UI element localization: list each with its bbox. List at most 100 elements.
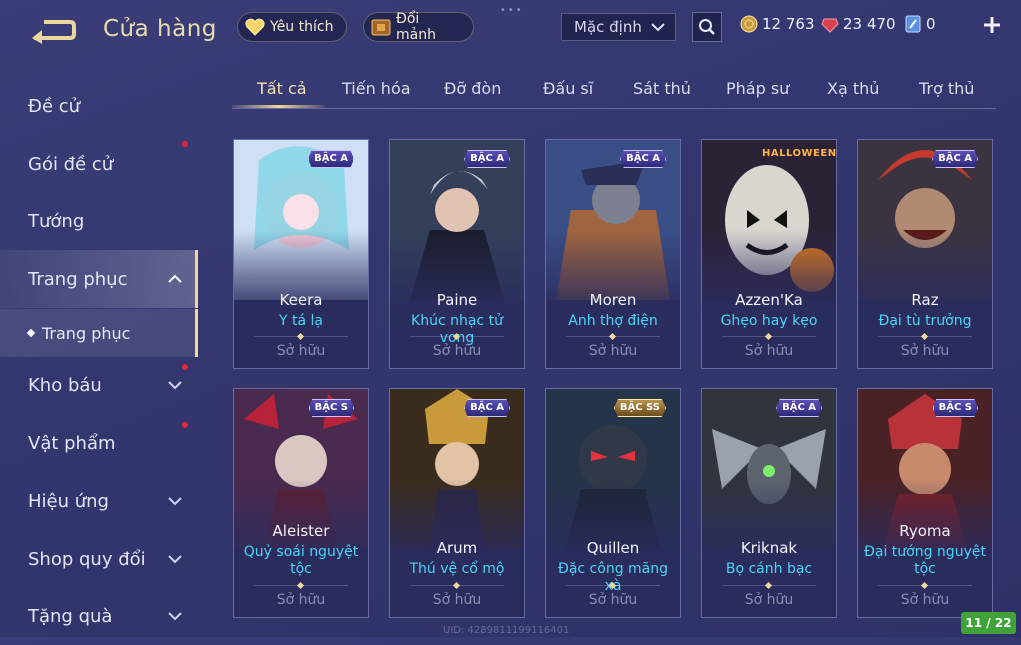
heart-icon [244, 16, 266, 38]
tier-badge: BẬC A [620, 150, 666, 168]
owned-status: Sở hữu [276, 343, 326, 359]
skin-card-moren[interactable]: BẬC A Moren Anh thợ điện Sở hữu [545, 139, 681, 369]
sidebar-item-gifts[interactable]: Tặng quà [0, 587, 198, 645]
gold-value: 12 763 [762, 15, 815, 33]
skin-name: Khúc nhạc tử vong [411, 313, 503, 346]
skin-card-arum[interactable]: BẬC A Arum Thú vệ cổ mộ Sở hữu [389, 388, 525, 618]
owned-status: Sở hữu [588, 592, 638, 608]
bullet-diamond-icon [26, 328, 36, 338]
favorites-label: Yêu thích [270, 19, 334, 35]
owned-status: Sở hữu [900, 343, 950, 359]
sort-selected-label: Mặc định [574, 18, 642, 36]
tab-evolution[interactable]: Tiến hóa [342, 79, 411, 98]
sidebar-subitem-skins[interactable]: Trang phục [0, 309, 198, 357]
skin-name: Bọ cánh bạc [725, 561, 813, 577]
chevron-down-icon [651, 23, 665, 32]
card-divider [878, 336, 972, 337]
card-divider [722, 585, 816, 586]
tab-marksman[interactable]: Xạ thủ [827, 79, 879, 98]
chevron-up-icon [168, 274, 182, 283]
owned-status: Sở hữu [588, 343, 638, 359]
sidebar-item-label: Đề cử [28, 95, 81, 117]
tab-assassin[interactable]: Sát thủ [633, 79, 691, 98]
hero-name: Raz [911, 291, 939, 309]
currency-voucher: 0 [904, 15, 936, 33]
exchange-shards-button[interactable]: Đổi mảnh [363, 11, 474, 43]
sidebar-item-label: Tướng [28, 210, 85, 232]
hero-name: Aleister [272, 522, 330, 540]
chevron-down-icon [168, 612, 182, 621]
skin-name: Đại tù trưởng [878, 313, 972, 329]
card-divider [254, 585, 348, 586]
red-gem-icon [821, 15, 839, 33]
page-indicator: 11 / 22 [961, 612, 1016, 634]
skin-card-aleister[interactable]: BẬC S Aleister Quỷ soái nguyệt tộc Sở hữ… [233, 388, 369, 618]
sidebar-item-bundles[interactable]: Gói đề cử [0, 135, 198, 193]
user-id: UID: 4289811199116401 [443, 625, 570, 636]
add-currency-icon[interactable] [980, 13, 1004, 37]
card-divider [410, 336, 504, 337]
skin-name: Đặc công mãng xà [557, 561, 669, 594]
tier-badge: BẬC A [464, 399, 510, 417]
skin-card-quillen[interactable]: BẬC SS Quillen Đặc công mãng xà Sở hữu [545, 388, 681, 618]
tab-support[interactable]: Trợ thủ [919, 79, 974, 98]
skin-card-raz[interactable]: BẬC A Raz Đại tù trưởng Sở hữu [857, 139, 993, 369]
skin-card-kriknak[interactable]: BẬC A Kriknak Bọ cánh bạc Sở hữu [701, 388, 837, 618]
sidebar-item-label: Kho báu [28, 374, 102, 396]
hero-name: Ryoma [899, 522, 951, 540]
skin-card-keera[interactable]: BẬC A Keera Y tá lạ Sở hữu [233, 139, 369, 369]
notification-dot [182, 364, 188, 370]
owned-status: Sở hữu [432, 343, 482, 359]
tab-mage[interactable]: Pháp sư [726, 79, 789, 98]
tab-warrior[interactable]: Đấu sĩ [543, 79, 593, 98]
notification-dot [182, 141, 188, 147]
tab-tank[interactable]: Đỡ đòn [444, 79, 501, 98]
skin-name: Y tá lạ [279, 313, 323, 329]
card-divider [566, 336, 660, 337]
search-button[interactable] [692, 12, 722, 42]
active-tab-indicator [232, 105, 325, 108]
tab-all[interactable]: Tất cả [257, 79, 307, 98]
tier-badge: BẬC A [932, 150, 978, 168]
card-divider [722, 336, 816, 337]
sidebar-item-skins[interactable]: Trang phục [0, 250, 198, 308]
tier-badge: BẬC S [932, 399, 978, 417]
skin-card-paine[interactable]: BẬC A Paine Khúc nhạc tử vong Sở hữu [389, 139, 525, 369]
sidebar-item-heroes[interactable]: Tướng [0, 192, 198, 250]
skin-name: Đại tướng nguyệt tộc [864, 544, 986, 577]
owned-status: Sở hữu [432, 592, 482, 608]
hero-name: Moren [589, 291, 637, 309]
sort-dropdown[interactable]: Mặc định [561, 13, 676, 41]
back-arrow-icon [32, 20, 76, 44]
card-divider [254, 336, 348, 337]
favorites-button[interactable]: Yêu thích [237, 12, 347, 42]
search-icon [699, 19, 715, 35]
tier-badge: BẬC A [464, 150, 510, 168]
category-tabs: Tất cả Tiến hóa Đỡ đòn Đấu sĩ Sát thủ Ph… [232, 70, 996, 109]
sidebar-item-treasure[interactable]: Kho báu [0, 356, 198, 414]
sidebar-item-effects[interactable]: Hiệu ứng [0, 472, 198, 530]
owned-status: Sở hữu [276, 592, 326, 608]
sidebar-item-label: Vật phẩm [28, 432, 116, 454]
sidebar-item-label: Trang phục [28, 268, 128, 290]
currency-gems: 23 470 [821, 15, 896, 33]
shard-chest-icon [370, 16, 392, 38]
sidebar-item-recommended[interactable]: Đề cử [0, 77, 198, 135]
skin-card-azzenka[interactable]: HALLOWEEN Azzen'Ka Ghẹo hay kẹo Sở hữu [701, 139, 837, 369]
tier-badge: BẬC S [308, 399, 354, 417]
voucher-value: 0 [926, 15, 936, 33]
sidebar-item-exchange-shop[interactable]: Shop quy đổi [0, 530, 198, 588]
sidebar-subitem-label: Trang phục [42, 323, 131, 343]
voucher-icon [904, 15, 922, 33]
page-title: Cửa hàng [103, 16, 217, 42]
chevron-down-icon [168, 497, 182, 506]
sidebar-item-label: Gói đề cử [28, 153, 114, 175]
gold-coin-icon [740, 15, 758, 33]
tier-badge: BẬC SS [613, 399, 666, 417]
sidebar-item-label: Shop quy đổi [28, 548, 146, 570]
skin-card-ryoma[interactable]: BẬC S Ryoma Đại tướng nguyệt tộc Sở hữu [857, 388, 993, 618]
currency-gold: 12 763 [740, 15, 815, 33]
sidebar-item-items[interactable]: Vật phẩm [0, 414, 198, 472]
skin-name: Ghẹo hay kẹo [720, 313, 818, 329]
back-button[interactable] [30, 18, 76, 44]
